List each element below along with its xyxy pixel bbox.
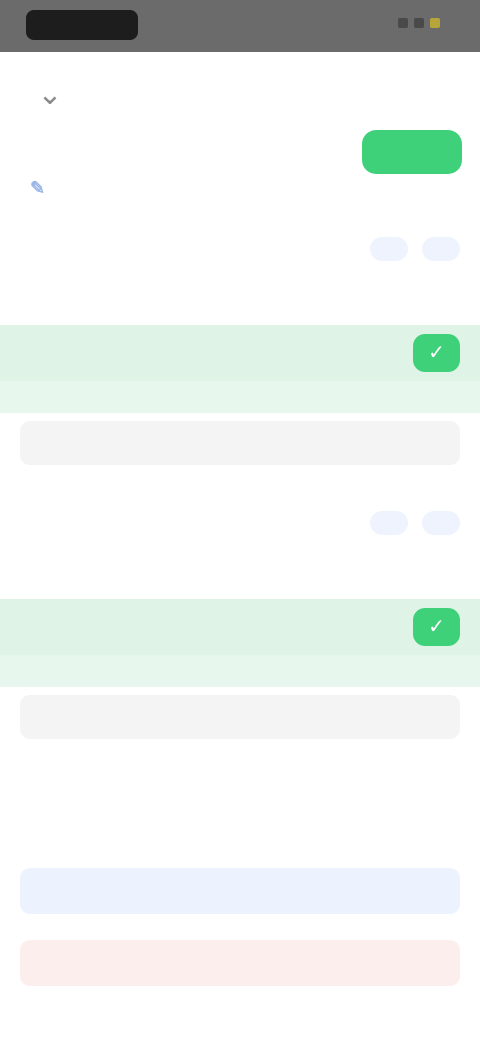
exercise-header <box>0 503 480 543</box>
rest-timer-row <box>0 655 480 687</box>
exercise-menu-button[interactable] <box>422 511 460 535</box>
add-set-button[interactable] <box>20 695 460 739</box>
exercise-action-button[interactable] <box>370 511 408 535</box>
pencil-icon[interactable]: ✎ <box>30 178 45 199</box>
exercise-block: ✓ <box>0 503 480 739</box>
set-table-header <box>0 269 480 325</box>
exercise-header <box>0 229 480 269</box>
cancel-workout-button[interactable] <box>20 940 460 986</box>
finish-button[interactable] <box>362 130 462 174</box>
exercise-block: ✓ <box>0 229 480 465</box>
set-row: ✓ <box>0 325 480 381</box>
exercise-actions <box>370 237 460 261</box>
signal-icon <box>398 18 408 28</box>
back-button[interactable]: ⌄ <box>30 74 70 114</box>
rest-timer-row <box>0 381 480 413</box>
check-icon: ✓ <box>428 342 445 364</box>
wifi-icon <box>414 18 424 28</box>
workout-title-row[interactable]: ✎ <box>20 178 460 199</box>
status-time <box>26 10 138 40</box>
set-complete-button[interactable]: ✓ <box>412 334 461 372</box>
top-bar: ⌄ <box>0 52 480 174</box>
battery-icon <box>430 18 440 28</box>
add-exercise-button[interactable] <box>20 868 460 914</box>
check-icon: ✓ <box>428 616 445 638</box>
exercise-action-button[interactable] <box>370 237 408 261</box>
add-set-button[interactable] <box>20 421 460 465</box>
chevron-down-icon: ⌄ <box>37 77 63 111</box>
set-complete-button[interactable]: ✓ <box>412 608 461 646</box>
exercise-actions <box>370 511 460 535</box>
set-row: ✓ <box>0 599 480 655</box>
status-bar <box>0 0 480 52</box>
set-table-header <box>0 543 480 599</box>
status-icons <box>398 18 440 28</box>
exercise-menu-button[interactable] <box>422 237 460 261</box>
